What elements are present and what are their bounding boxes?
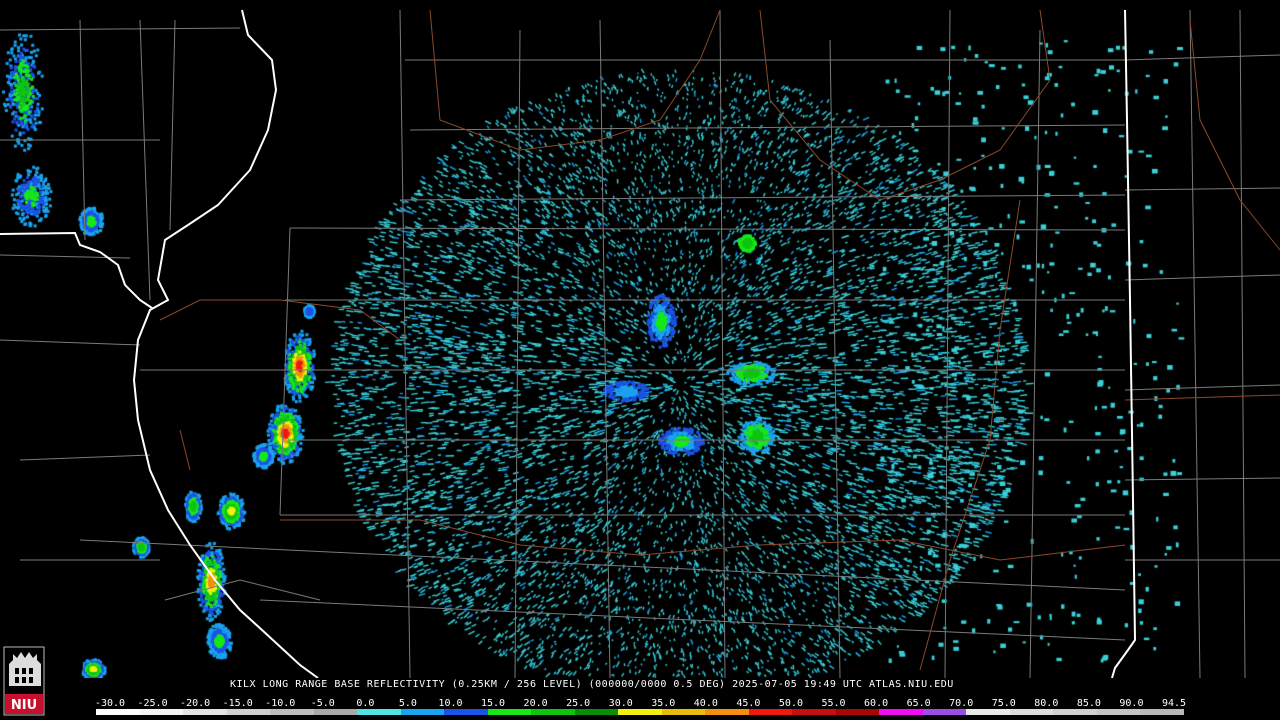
legend-swatch [835,709,880,715]
county-lines [0,9,1280,678]
legend-swatch [487,709,532,715]
state-lines [0,9,1137,678]
legend-label: -30.0 [94,698,126,709]
legend-swatch [922,709,967,715]
legend-label: 20.0 [523,698,548,709]
niu-logo-icon: NIU [3,646,45,716]
legend-swatch [444,709,488,715]
legend-label: 35.0 [651,698,676,709]
legend-label: -5.0 [310,698,335,709]
legend-label: 85.0 [1076,698,1101,709]
legend-swatch [879,709,923,715]
legend-label: 55.0 [821,698,846,709]
legend-label: 60.0 [864,698,889,709]
legend-label: -20.0 [180,698,211,709]
legend-swatch [400,709,445,715]
legend-swatch [313,709,358,715]
legend-swatch [1053,709,1097,715]
legend-swatch [661,709,706,715]
svg-text:NIU: NIU [11,698,37,713]
legend-color-bar [96,709,1184,715]
legend-swatch [966,709,1010,715]
legend-swatch [183,709,227,715]
map-boundaries [0,9,1280,678]
legend-swatch [226,709,271,715]
radar-map [0,0,1280,678]
legend-label: 25.0 [566,698,591,709]
radar-caption: KILX LONG RANGE BASE REFLECTIVITY (0.25K… [230,679,954,690]
legend-swatch [270,709,314,715]
legend-label: 75.0 [991,698,1016,709]
legend-label: 5.0 [398,698,417,709]
legend-label: 40.0 [693,698,718,709]
legend-swatch [1096,709,1141,715]
legend-label: 50.0 [778,698,803,709]
legend-scale-labels: -30.0 -25.0 -20.0 -15.0 -10.0 -5.0 0.0 5.0 10.0 1… [92,698,1192,709]
legend-label: 45.0 [736,698,761,709]
legend-label: 65.0 [906,698,931,709]
legend-label: 30.0 [608,698,633,709]
legend-swatch [705,709,749,715]
legend-swatch [357,709,401,715]
legend-label: 80.0 [1034,698,1059,709]
legend-swatch [748,709,793,715]
legend-label: 90.0 [1119,698,1144,709]
legend-swatch [574,709,619,715]
legend-label: -15.0 [222,698,253,709]
legend-swatch [618,709,662,715]
legend-swatch [139,709,184,715]
legend-label: 94.5 [1161,698,1187,709]
legend-swatch [1140,709,1184,715]
legend-swatch [1009,709,1054,715]
legend-label: -10.0 [265,698,296,709]
legend-label: -25.0 [137,698,168,709]
legend-label: 15.0 [480,698,506,709]
legend-swatch [531,709,575,715]
legend-label: 70.0 [949,698,974,709]
legend-label: 10.0 [438,698,463,709]
legend-label: 0.0 [356,698,375,709]
legend-swatch [792,709,836,715]
legend-swatch [96,709,140,715]
